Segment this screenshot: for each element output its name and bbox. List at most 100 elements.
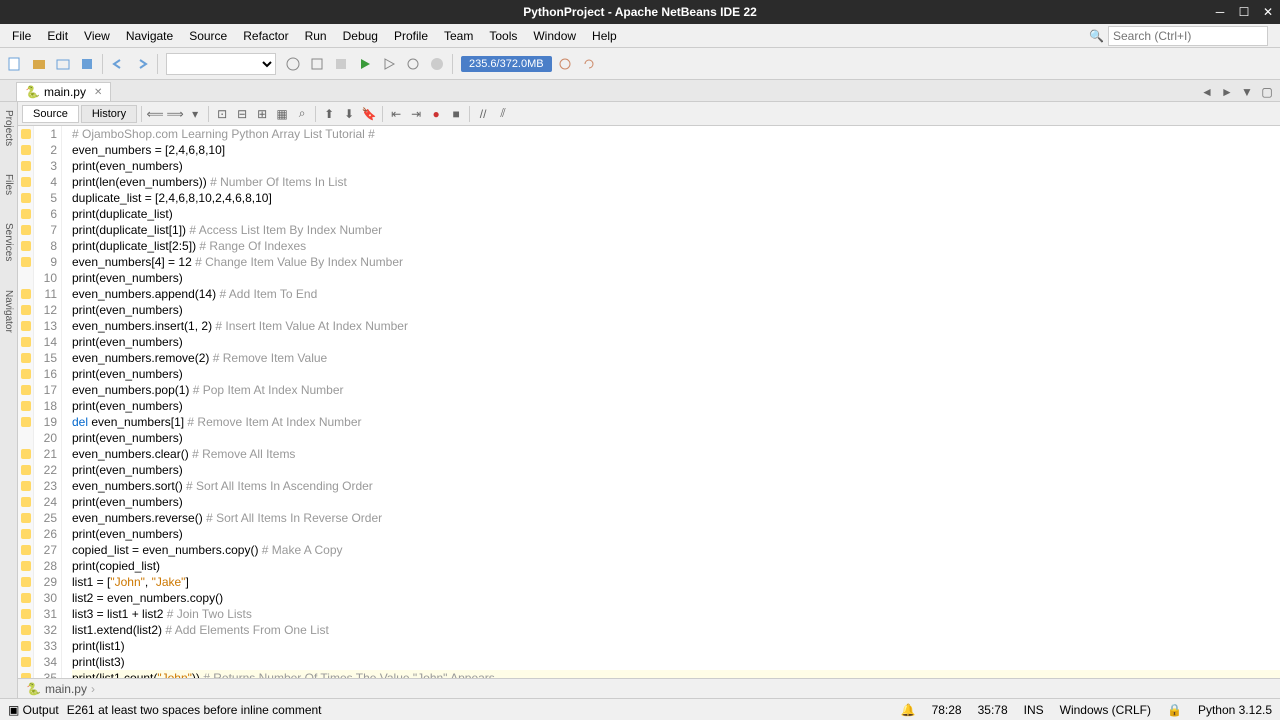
menu-edit[interactable]: Edit <box>39 27 76 45</box>
notifications-icon[interactable]: 🔔 <box>901 703 916 717</box>
find-next-icon[interactable]: ⊞ <box>253 105 271 123</box>
gutter-marks <box>18 126 34 678</box>
search-icon: 🔍 <box>1089 29 1104 43</box>
new-project-button[interactable] <box>28 53 50 75</box>
nav-fwd-icon[interactable]: ⟹ <box>166 105 184 123</box>
line-ending[interactable]: Windows (CRLF) <box>1060 703 1151 717</box>
menu-help[interactable]: Help <box>584 27 625 45</box>
macro-stop-icon[interactable]: ■ <box>447 105 465 123</box>
rail-navigator[interactable]: Navigator <box>3 286 14 337</box>
memory-indicator[interactable]: 235.6/372.0MB <box>461 56 552 72</box>
global-search: 🔍 <box>1089 26 1276 46</box>
close-button[interactable]: ✕ <box>1256 0 1280 24</box>
cursor-position: 35:78 <box>978 703 1008 717</box>
redo-button[interactable] <box>131 53 153 75</box>
tabs-scroll-left-icon[interactable]: ◄ <box>1198 83 1216 101</box>
maximize-button[interactable]: ☐ <box>1232 0 1256 24</box>
tab-source[interactable]: Source <box>22 105 79 123</box>
toolbar-separator <box>102 54 103 74</box>
menu-window[interactable]: Window <box>525 27 584 45</box>
close-tab-icon[interactable]: ✕ <box>94 87 102 98</box>
python-file-icon: 🐍 <box>26 682 41 696</box>
menu-navigate[interactable]: Navigate <box>118 27 181 45</box>
prev-bookmark-icon[interactable]: ⬆ <box>320 105 338 123</box>
menu-tools[interactable]: Tools <box>481 27 525 45</box>
tabs-scroll-right-icon[interactable]: ► <box>1218 83 1236 101</box>
window-title: PythonProject - Apache NetBeans IDE 22 <box>523 5 757 19</box>
menu-profile[interactable]: Profile <box>386 27 436 45</box>
save-all-button[interactable] <box>76 53 98 75</box>
macro-record-icon[interactable]: ● <box>427 105 445 123</box>
menu-team[interactable]: Team <box>436 27 481 45</box>
maximize-editor-icon[interactable]: ▢ <box>1258 83 1276 101</box>
minimize-button[interactable]: ─ <box>1208 0 1232 24</box>
menu-file[interactable]: File <box>4 27 39 45</box>
refresh-button[interactable] <box>578 53 600 75</box>
search-input[interactable] <box>1108 26 1268 46</box>
open-button[interactable] <box>52 53 74 75</box>
uncomment-icon[interactable]: ⫽ <box>494 105 512 123</box>
left-rail: Projects Files Services Navigator <box>0 102 18 698</box>
file-tab-label: main.py <box>44 85 86 99</box>
config-dropdown[interactable] <box>166 53 276 75</box>
toggle-bookmark-icon[interactable]: 🔖 <box>360 105 378 123</box>
toggle-highlight-icon[interactable]: ▦ <box>273 105 291 123</box>
rail-files[interactable]: Files <box>3 170 14 199</box>
menu-refactor[interactable]: Refactor <box>235 27 296 45</box>
python-version[interactable]: Python 3.12.5 <box>1198 703 1272 717</box>
globe-icon[interactable] <box>282 53 304 75</box>
toolbar-separator <box>141 106 142 122</box>
editor-pane: Source History ⟸ ⟹ ▾ ⊡ ⊟ ⊞ ▦ ⌕ ⬆ ⬇ 🔖 ⇤ ⇥… <box>18 102 1280 698</box>
find-icon[interactable]: ⌕ <box>293 105 311 123</box>
run-button[interactable] <box>354 53 376 75</box>
toolbar-separator <box>157 54 158 74</box>
shift-right-icon[interactable]: ⇥ <box>407 105 425 123</box>
editor-sub-tabs: Source History ⟸ ⟹ ▾ ⊡ ⊟ ⊞ ▦ ⌕ ⬆ ⬇ 🔖 ⇤ ⇥… <box>18 102 1280 126</box>
menubar: FileEditViewNavigateSourceRefactorRunDeb… <box>0 24 1280 48</box>
code-lines[interactable]: # OjamboShop.com Learning Python Array L… <box>62 126 1280 678</box>
main-area: Projects Files Services Navigator Source Hi… <box>0 102 1280 698</box>
titlebar: PythonProject - Apache NetBeans IDE 22 ─… <box>0 0 1280 24</box>
tab-history[interactable]: History <box>81 105 137 123</box>
debug-button[interactable] <box>378 53 400 75</box>
code-editor[interactable]: 1234567891011121314151617181920212223242… <box>18 126 1280 678</box>
stop-button[interactable] <box>426 53 448 75</box>
file-tab-main-py[interactable]: 🐍 main.py ✕ <box>16 82 111 101</box>
shift-left-icon[interactable]: ⇤ <box>387 105 405 123</box>
profile-button[interactable] <box>402 53 424 75</box>
comment-icon[interactable]: // <box>474 105 492 123</box>
nav-dropdown-icon[interactable]: ▾ <box>186 105 204 123</box>
status-time: 78:28 <box>932 703 962 717</box>
find-selection-icon[interactable]: ⊡ <box>213 105 231 123</box>
menu-source[interactable]: Source <box>181 27 235 45</box>
lint-message: E261 at least two spaces before inline c… <box>67 703 322 717</box>
rail-projects[interactable]: Projects <box>3 106 14 150</box>
tabs-dropdown-icon[interactable]: ▼ <box>1238 83 1256 101</box>
toolbar-separator <box>382 106 383 122</box>
chevron-right-icon: › <box>91 682 95 696</box>
menu-view[interactable]: View <box>76 27 118 45</box>
new-file-button[interactable] <box>4 53 26 75</box>
undo-button[interactable] <box>107 53 129 75</box>
next-bookmark-icon[interactable]: ⬇ <box>340 105 358 123</box>
menu-run[interactable]: Run <box>297 27 335 45</box>
window-controls: ─ ☐ ✕ <box>1208 0 1280 24</box>
menu-debug[interactable]: Debug <box>335 27 386 45</box>
nav-back-icon[interactable]: ⟸ <box>146 105 164 123</box>
build-button[interactable] <box>306 53 328 75</box>
rail-services[interactable]: Services <box>3 219 14 265</box>
gc-button[interactable] <box>554 53 576 75</box>
find-prev-icon[interactable]: ⊟ <box>233 105 251 123</box>
line-numbers: 1234567891011121314151617181920212223242… <box>34 126 62 678</box>
python-file-icon: 🐍 <box>25 85 40 99</box>
breadcrumb-item[interactable]: main.py <box>45 682 87 696</box>
toolbar-separator <box>208 106 209 122</box>
clean-build-button[interactable] <box>330 53 352 75</box>
output-toggle[interactable]: ▣ Output <box>8 703 59 717</box>
lock-icon: 🔒 <box>1167 703 1182 717</box>
insert-mode[interactable]: INS <box>1024 703 1044 717</box>
file-tabs-row: 🐍 main.py ✕ ◄ ► ▼ ▢ <box>0 80 1280 102</box>
toolbar-separator <box>315 106 316 122</box>
toolbar-separator <box>452 54 453 74</box>
main-toolbar: 235.6/372.0MB <box>0 48 1280 80</box>
